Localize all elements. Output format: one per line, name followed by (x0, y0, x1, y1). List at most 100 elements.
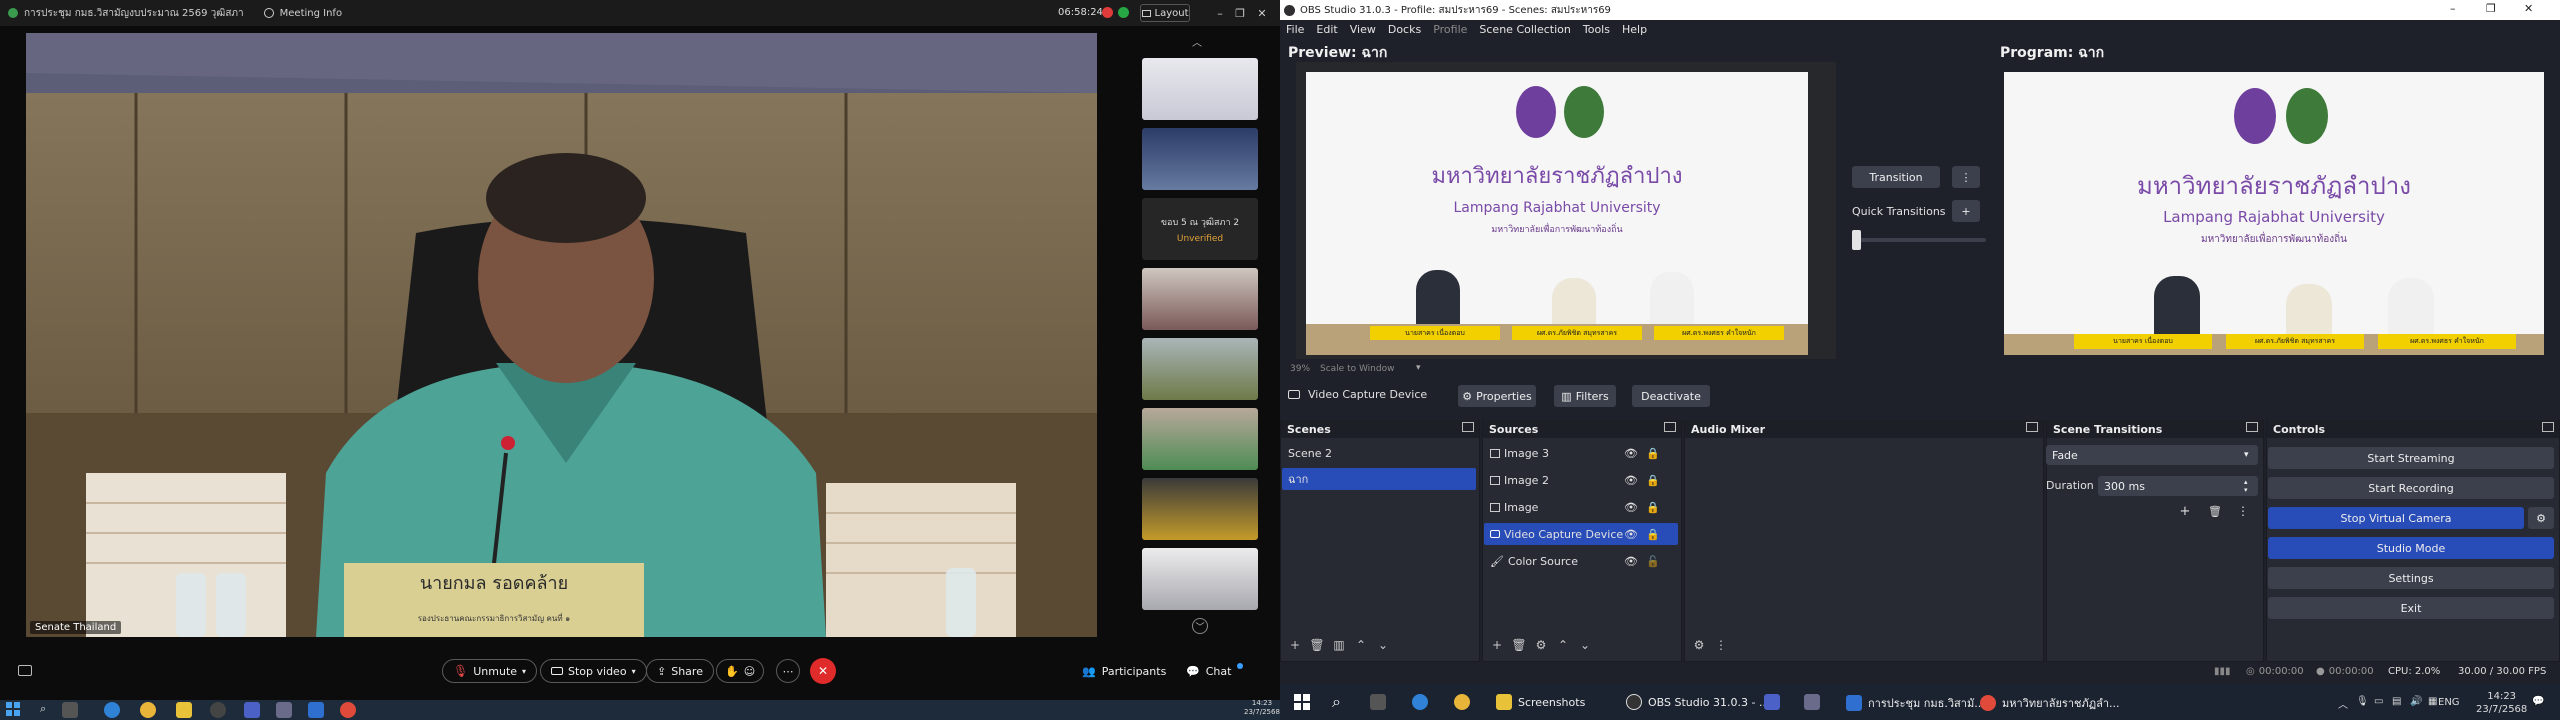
search-icon[interactable]: ⌕ (1332, 692, 1341, 712)
more-options-button[interactable]: ⋯ (776, 659, 800, 683)
eye-icon[interactable]: 👁 (1624, 528, 1638, 541)
taskbar-clock-right[interactable]: 14:23 23/7/2568 (2476, 690, 2527, 716)
unlock-icon[interactable]: 🔓 (1646, 555, 1660, 568)
obs-icon[interactable] (210, 702, 226, 718)
leave-meeting-button[interactable]: ✕ (810, 658, 836, 684)
participant-thumbnail[interactable]: ขอบ 5 ณ วุฒิสภา 2 Unverified (1142, 198, 1258, 260)
taskbar-app-webex[interactable]: การประชุม กมธ.วิสามั... (1846, 694, 1985, 712)
participant-thumbnail[interactable] (1142, 338, 1258, 400)
scene-item-selected[interactable]: ฉาก (1282, 468, 1476, 490)
transition-menu-button[interactable]: ⋮ (1952, 166, 1980, 188)
more-vertical-icon[interactable]: ⋮ (2234, 502, 2252, 520)
settings-button[interactable]: Settings (2268, 567, 2554, 589)
trash-icon[interactable]: 🗑 (1306, 635, 1328, 655)
plus-icon[interactable]: + (2176, 502, 2194, 520)
transition-slider-track[interactable] (1854, 238, 1986, 242)
menu-scene-collection[interactable]: Scene Collection (1479, 23, 1570, 36)
network-icon[interactable]: ▤ (2392, 696, 2401, 707)
close-icon[interactable]: ✕ (2524, 2, 2533, 15)
participants-button[interactable]: 👥 Participants (1082, 659, 1166, 683)
arrow-up-icon[interactable]: ⌃ (1350, 635, 1372, 655)
taskbar-app-chrome[interactable]: มหาวิทยาลัยราชภัฏลำ... (1980, 694, 2120, 712)
participant-thumbnail[interactable] (1142, 128, 1258, 190)
captions-icon[interactable] (18, 665, 32, 676)
source-item[interactable]: Image 2 👁 🔒 (1484, 469, 1678, 491)
notification-icon[interactable]: 💬 (2532, 696, 2544, 707)
scene-item[interactable]: Scene 2 (1282, 442, 1476, 464)
chrome-icon[interactable] (140, 702, 156, 718)
start-streaming-button[interactable]: Start Streaming (2268, 447, 2554, 469)
chat-button[interactable]: 💬 Chat (1186, 659, 1244, 683)
tray-app-icon[interactable]: ▦ (2428, 696, 2437, 707)
volume-icon[interactable]: 🔊 (2410, 696, 2422, 707)
arrow-down-icon[interactable]: ⌄ (1574, 635, 1596, 655)
studio-mode-button[interactable]: Studio Mode (2268, 537, 2554, 559)
app-icon[interactable] (1764, 694, 1780, 710)
filters-button[interactable]: ▥ Filters (1554, 385, 1616, 407)
source-item[interactable]: Image 👁 🔒 (1484, 496, 1678, 518)
task-view-icon[interactable] (1370, 694, 1386, 710)
advanced-audio-icon[interactable]: ⚙ (1688, 635, 1710, 655)
close-icon[interactable]: ✕ (1254, 5, 1270, 21)
stop-virtual-camera-button[interactable]: Stop Virtual Camera (2268, 507, 2524, 529)
transition-slider-handle[interactable] (1852, 230, 1861, 250)
folder-icon[interactable] (176, 702, 192, 718)
unmute-button[interactable]: 🎙 Unmute ▾ (442, 659, 538, 683)
deactivate-button[interactable]: Deactivate (1632, 385, 1710, 407)
edge-icon[interactable] (104, 702, 120, 718)
add-quick-transition-button[interactable]: + (1952, 200, 1980, 222)
chrome-icon[interactable] (340, 702, 356, 718)
share-button[interactable]: ⇪ Share (646, 659, 714, 683)
lock-icon[interactable]: 🔒 (1646, 447, 1660, 460)
gear-icon[interactable]: ⚙ (1530, 635, 1552, 655)
edge-icon[interactable] (1412, 694, 1428, 710)
undock-icon[interactable] (2246, 422, 2258, 432)
taskbar-app-obs[interactable]: OBS Studio 31.0.3 - ... (1626, 694, 1769, 710)
source-item[interactable]: 🖌 Color Source 👁 🔓 (1484, 550, 1678, 572)
minimize-icon[interactable]: – (2450, 2, 2456, 15)
tray-chevron-icon[interactable]: ︿ (2338, 696, 2348, 711)
language-indicator[interactable]: ENG (2438, 697, 2460, 708)
transition-button[interactable]: Transition (1852, 166, 1940, 188)
preview-canvas[interactable]: มหาวิทยาลัยราชภัฏลำปาง Lampang Rajabhat … (1306, 72, 1808, 355)
menu-tools[interactable]: Tools (1583, 23, 1610, 36)
eye-icon[interactable]: 👁 (1624, 501, 1638, 514)
layout-button[interactable]: Layout (1140, 4, 1190, 22)
virtual-camera-settings-button[interactable]: ⚙ (2528, 507, 2554, 529)
menu-help[interactable]: Help (1622, 23, 1647, 36)
windows-start-icon[interactable] (6, 702, 20, 716)
undock-icon[interactable] (2026, 422, 2038, 432)
source-item-selected[interactable]: Video Capture Device 👁 🔒 (1484, 523, 1678, 545)
app-icon[interactable] (244, 702, 260, 718)
undock-icon[interactable] (1664, 422, 1676, 432)
minimize-icon[interactable]: – (1212, 5, 1228, 21)
meeting-info-button[interactable]: Meeting Info (263, 8, 342, 19)
duration-spinbox[interactable]: 300 ms ▴ ▾ (2098, 476, 2258, 496)
restore-icon[interactable]: ❐ (2486, 2, 2496, 15)
eye-icon[interactable]: 👁 (1624, 474, 1638, 487)
lock-icon[interactable]: 🔒 (1646, 474, 1660, 487)
arrow-up-icon[interactable]: ⌃ (1552, 635, 1574, 655)
scale-mode-select[interactable]: Scale to Window (1320, 364, 1394, 374)
trash-icon[interactable]: 🗑 (2206, 502, 2224, 520)
app-icon[interactable] (1804, 694, 1820, 710)
trash-icon[interactable]: 🗑 (1508, 635, 1530, 655)
more-vertical-icon[interactable]: ⋮ (1710, 635, 1732, 655)
eye-icon[interactable]: 👁 (1624, 555, 1638, 568)
chevron-down-icon[interactable]: ▾ (1416, 363, 1421, 373)
lock-icon[interactable]: 🔒 (1646, 528, 1660, 541)
filter-icon[interactable]: ▥ (1328, 635, 1350, 655)
chrome-icon[interactable] (1454, 694, 1470, 710)
webex-icon[interactable] (308, 702, 324, 718)
stop-video-button[interactable]: Stop video ▾ (540, 659, 647, 683)
source-item[interactable]: Image 3 👁 🔒 (1484, 442, 1678, 464)
scroll-down-icon[interactable]: ﹀ (1192, 618, 1208, 634)
search-icon[interactable]: ⌕ (40, 702, 46, 716)
recording-indicator[interactable] (1102, 7, 1113, 18)
windows-start-icon[interactable] (1294, 694, 1310, 710)
restore-icon[interactable]: ❐ (1232, 5, 1248, 21)
transition-type-select[interactable]: Fade ▾ (2046, 445, 2258, 465)
arrow-down-icon[interactable]: ⌄ (1372, 635, 1394, 655)
participant-thumbnail[interactable] (1142, 478, 1258, 540)
undock-icon[interactable] (1462, 422, 1474, 432)
